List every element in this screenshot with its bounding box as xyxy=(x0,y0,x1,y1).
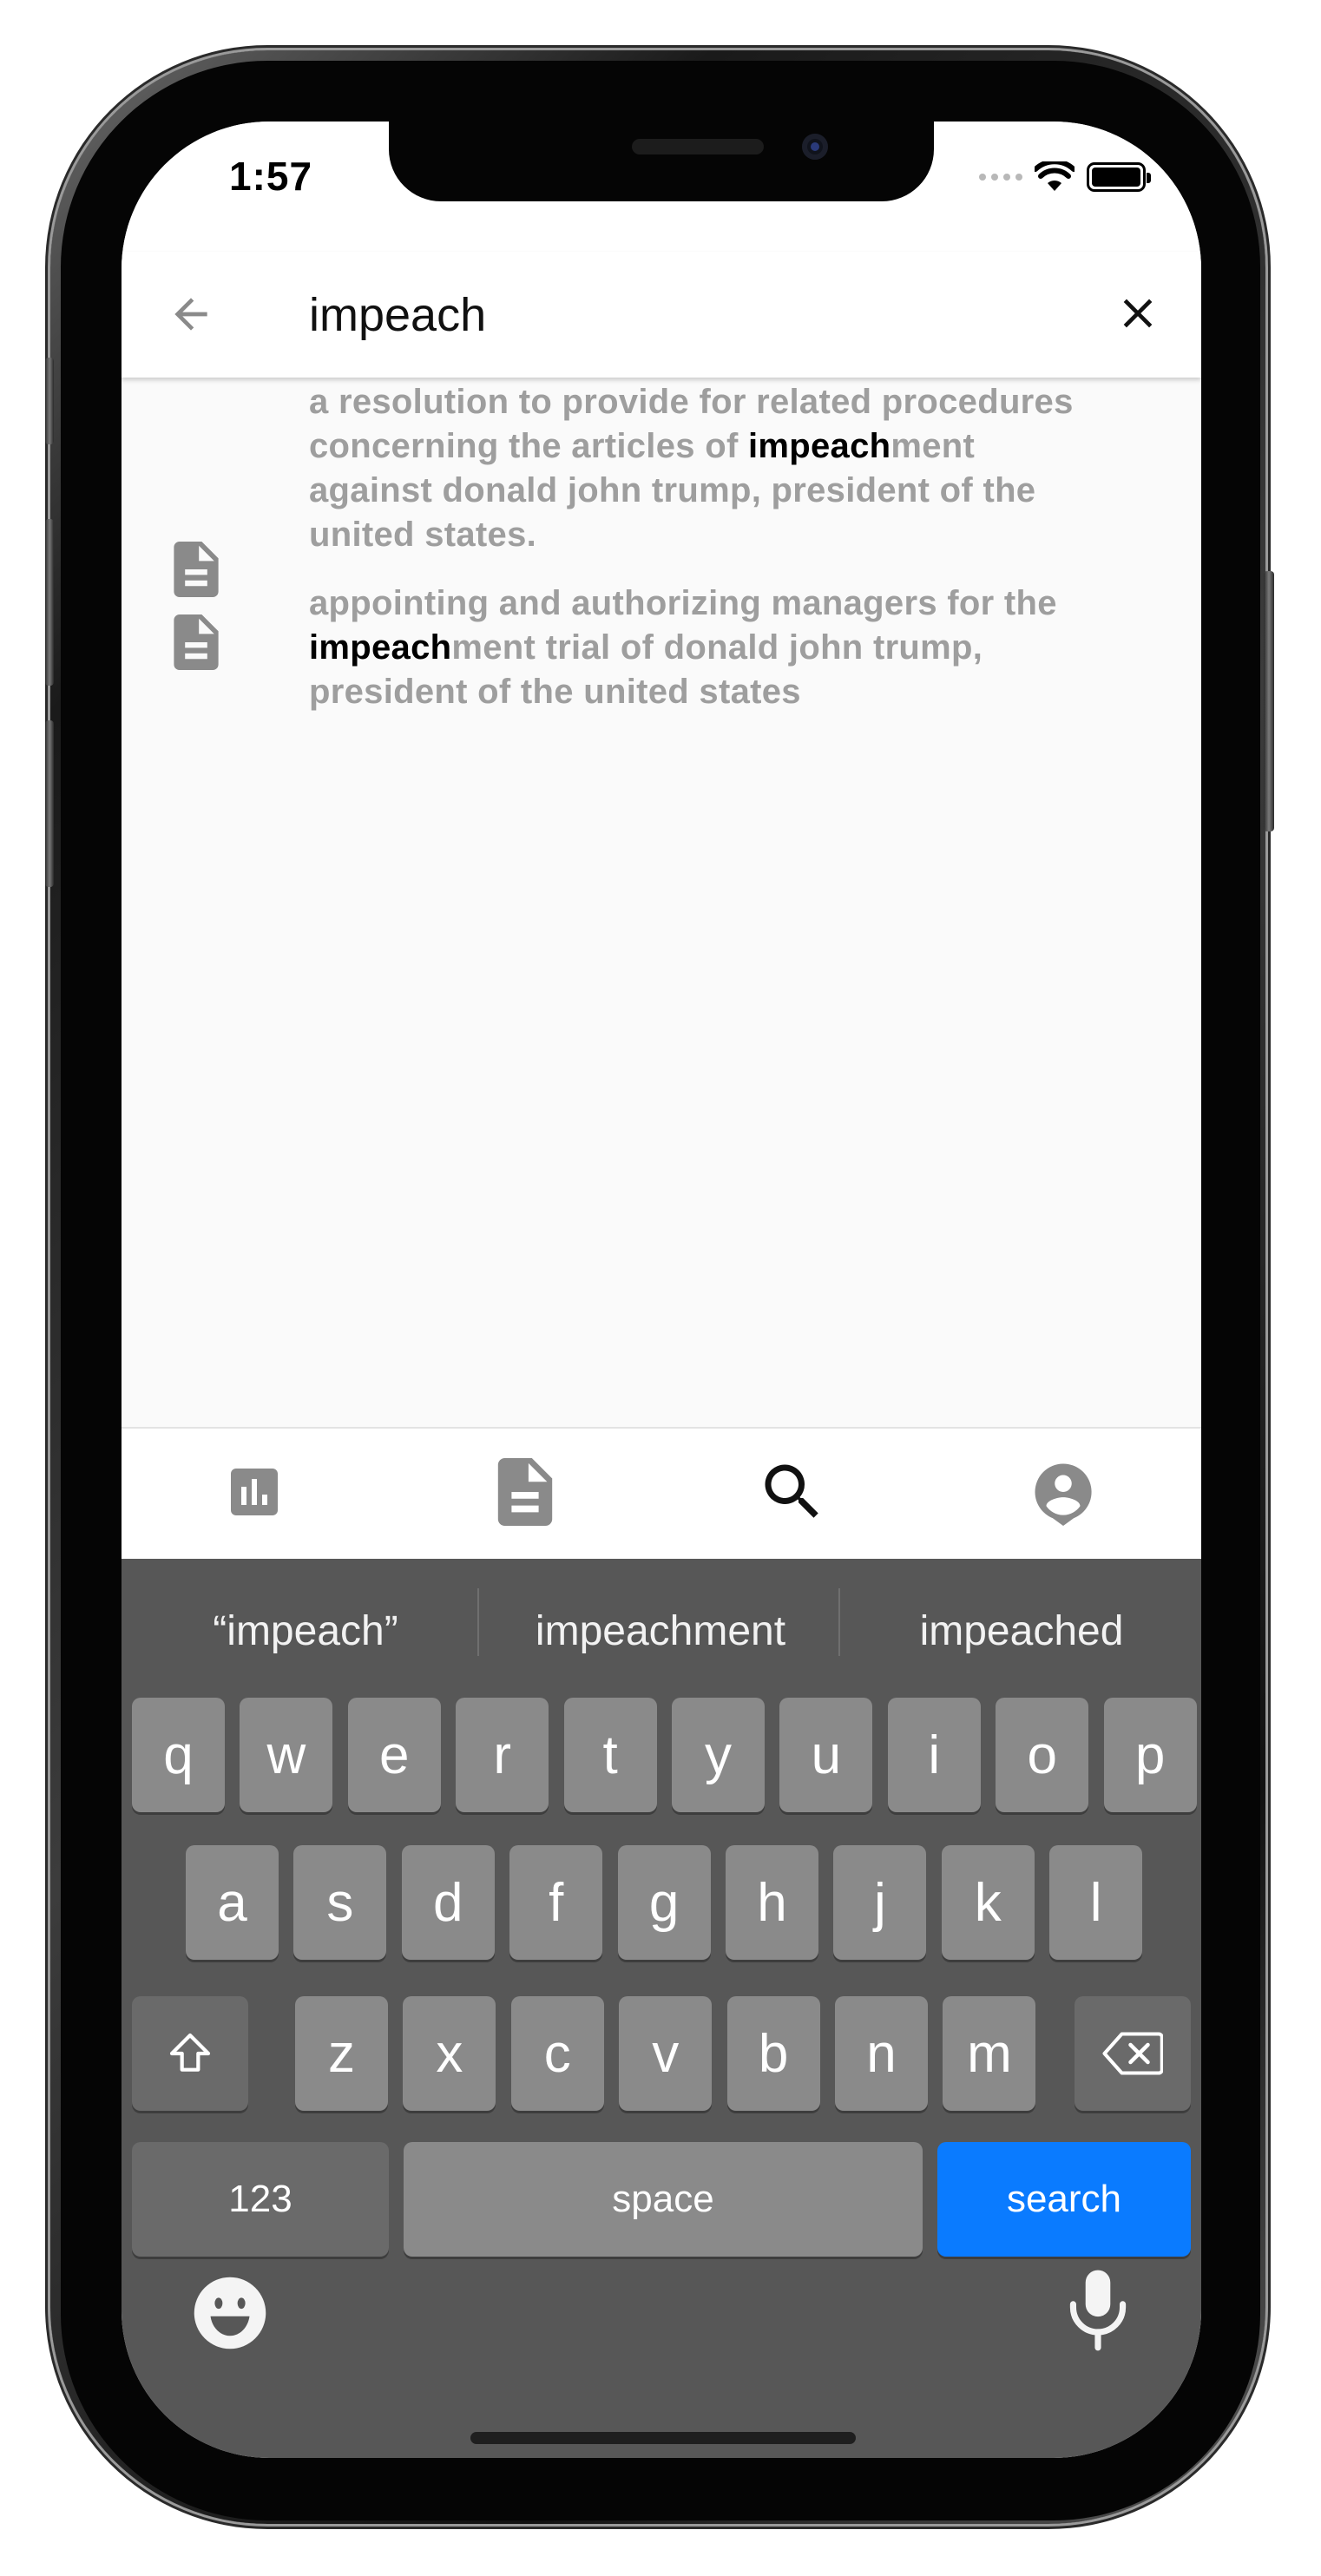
suggestion-divider xyxy=(838,1588,840,1656)
emoji-icon xyxy=(194,2277,266,2349)
key-e[interactable]: e xyxy=(347,1698,441,1812)
result-segment: concerning the articles of xyxy=(309,427,748,465)
earpiece-speaker xyxy=(632,139,764,154)
result-text: a resolution to provide for related proc… xyxy=(309,380,1123,557)
key-z[interactable]: z xyxy=(295,1996,388,2111)
suggestion-quoted[interactable]: “impeach” xyxy=(126,1597,485,1666)
key-x[interactable]: x xyxy=(403,1996,496,2111)
suggestion-impeachment[interactable]: impeachment xyxy=(481,1597,840,1666)
nav-item-documents[interactable] xyxy=(486,1453,564,1531)
nav-item-stats[interactable] xyxy=(215,1453,293,1531)
status-bar: 1:57 xyxy=(122,122,1201,252)
result-segment: a resolution to provide for related proc… xyxy=(309,383,1074,421)
key-s[interactable]: s xyxy=(293,1845,387,1960)
close-icon xyxy=(1123,299,1153,328)
result-line: against donald john trump, president of … xyxy=(309,469,1123,513)
result-line: concerning the articles of impeachment xyxy=(309,424,1123,469)
search-input[interactable] xyxy=(309,285,1003,345)
power-button xyxy=(1264,571,1274,831)
bottom-navigation xyxy=(122,1427,1201,1559)
status-time: 1:57 xyxy=(229,154,313,199)
volume-up-button xyxy=(45,519,54,686)
result-item[interactable]: a resolution to provide for related proc… xyxy=(122,380,1201,597)
dictation-button[interactable] xyxy=(1061,2267,1135,2354)
search-results-list: a resolution to provide for related proc… xyxy=(122,380,1201,738)
numbers-key[interactable]: 123 xyxy=(132,2142,389,2257)
key-c[interactable]: c xyxy=(510,1996,604,2111)
back-button[interactable] xyxy=(163,286,219,342)
key-m[interactable]: m xyxy=(943,1996,1036,2111)
result-text: appointing and authorizing managers for … xyxy=(309,582,1123,714)
result-segment: against donald john trump, president of … xyxy=(309,471,1036,509)
match-highlight: impeach xyxy=(748,427,891,465)
key-w[interactable]: w xyxy=(240,1698,333,1812)
key-n[interactable]: n xyxy=(835,1996,928,2111)
result-line: appointing and authorizing managers for … xyxy=(309,582,1123,626)
backspace-icon xyxy=(1102,2032,1163,2075)
silent-switch xyxy=(45,358,54,444)
key-u[interactable]: u xyxy=(779,1698,873,1812)
key-r[interactable]: r xyxy=(456,1698,549,1812)
suggestion-impeached[interactable]: impeached xyxy=(842,1597,1201,1666)
nav-item-profile[interactable] xyxy=(1024,1453,1102,1531)
result-line: united states. xyxy=(309,513,1123,557)
shift-icon xyxy=(169,2033,211,2072)
key-l[interactable]: l xyxy=(1049,1845,1143,1960)
microphone-icon xyxy=(1069,2270,1127,2351)
key-k[interactable]: k xyxy=(941,1845,1035,1960)
wifi-icon xyxy=(1035,161,1075,191)
backspace-key[interactable] xyxy=(1075,1996,1191,2111)
shift-key[interactable] xyxy=(132,1996,248,2111)
on-screen-keyboard: “impeach” impeachment impeached qwertyui… xyxy=(122,1559,1201,2458)
suggestion-divider xyxy=(477,1588,479,1656)
result-line: impeachment trial of donald john trump, xyxy=(309,626,1123,670)
key-y[interactable]: y xyxy=(672,1698,765,1812)
search-icon xyxy=(765,1464,818,1518)
match-highlight: impeach xyxy=(309,628,452,667)
arrow-back-icon xyxy=(174,298,207,331)
key-q[interactable]: q xyxy=(132,1698,225,1812)
key-b[interactable]: b xyxy=(726,1996,820,2111)
document-icon xyxy=(497,1458,553,1526)
result-segment: ment xyxy=(891,427,976,465)
result-line: a resolution to provide for related proc… xyxy=(309,380,1123,424)
front-camera xyxy=(802,134,828,160)
result-segment: ment trial of donald john trump, xyxy=(451,628,983,667)
status-icons xyxy=(979,160,1151,194)
emoji-button[interactable] xyxy=(191,2274,269,2352)
key-o[interactable]: o xyxy=(996,1698,1089,1812)
cellular-signal-icon xyxy=(979,174,1022,181)
person-pin-icon xyxy=(1035,1463,1092,1526)
key-h[interactable]: h xyxy=(726,1845,818,1960)
result-segment: appointing and authorizing managers for … xyxy=(309,584,1057,622)
bar-chart-icon xyxy=(231,1469,278,1515)
result-item[interactable]: appointing and authorizing managers for … xyxy=(122,582,1201,738)
key-j[interactable]: j xyxy=(833,1845,927,1960)
search-key[interactable]: search xyxy=(937,2142,1191,2257)
notch xyxy=(389,122,934,201)
key-d[interactable]: d xyxy=(401,1845,495,1960)
result-segment: united states. xyxy=(309,516,537,554)
clear-search-button[interactable] xyxy=(1109,285,1167,342)
document-icon xyxy=(174,614,219,670)
result-line: president of the united states xyxy=(309,670,1123,714)
key-i[interactable]: i xyxy=(887,1698,981,1812)
battery-icon xyxy=(1087,162,1151,192)
key-t[interactable]: t xyxy=(563,1698,657,1812)
key-g[interactable]: g xyxy=(617,1845,711,1960)
home-indicator[interactable] xyxy=(470,2432,856,2444)
volume-down-button xyxy=(45,720,54,887)
key-v[interactable]: v xyxy=(619,1996,713,2111)
phone-screen: 1:57 impeach a resolution to provide for… xyxy=(122,122,1201,2458)
nav-item-search[interactable] xyxy=(753,1453,831,1531)
key-f[interactable]: f xyxy=(509,1845,603,1960)
key-a[interactable]: a xyxy=(186,1845,279,1960)
key-p[interactable]: p xyxy=(1103,1698,1197,1812)
search-app-bar xyxy=(122,252,1201,378)
result-segment: president of the united states xyxy=(309,673,801,711)
space-key[interactable]: space xyxy=(404,2142,923,2257)
